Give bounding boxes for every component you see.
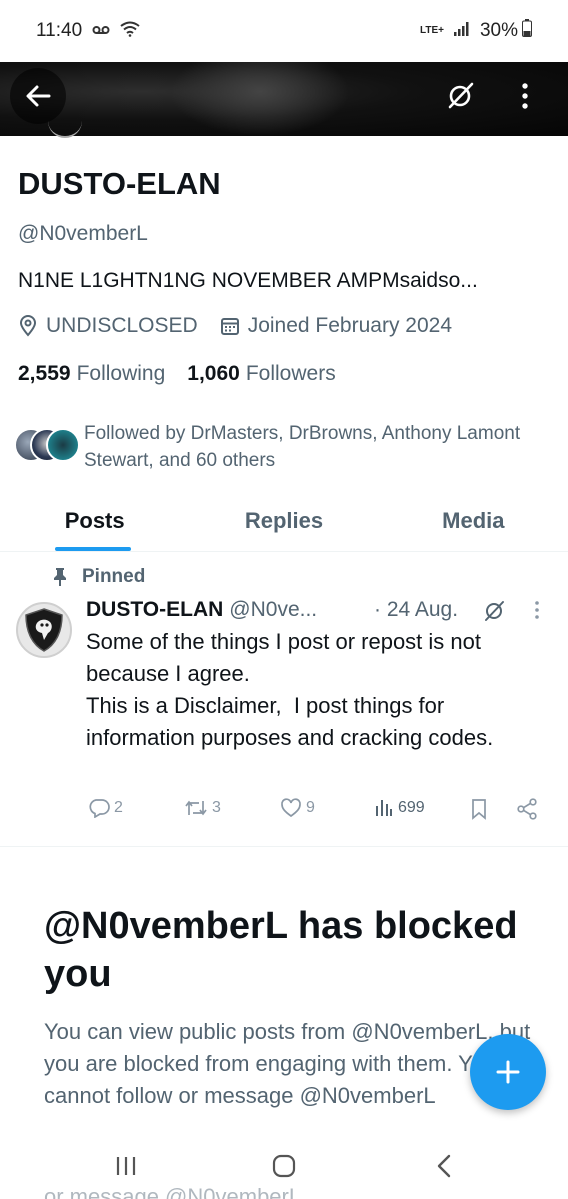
profile-name: DUSTO-ELAN bbox=[18, 166, 221, 201]
clock: 11:40 bbox=[36, 20, 83, 41]
bookmark-button[interactable] bbox=[470, 798, 488, 820]
analytics-icon bbox=[376, 800, 392, 816]
post-author-name[interactable]: DUSTO-ELAN bbox=[86, 598, 223, 622]
share-icon bbox=[517, 798, 537, 820]
post-text[interactable]: Some of the things I post or repost is n… bbox=[86, 626, 554, 754]
post-date[interactable]: · 24 Aug. bbox=[374, 598, 458, 622]
shield-logo-icon bbox=[25, 608, 63, 652]
vertical-dots-icon bbox=[522, 83, 528, 109]
location: UNDISCLOSED bbox=[18, 314, 198, 338]
avatar bbox=[46, 428, 80, 462]
views-button[interactable]: 699 bbox=[374, 798, 425, 818]
heart-icon bbox=[281, 798, 301, 818]
reply-button[interactable]: 2 bbox=[88, 798, 123, 818]
post-grok-button[interactable] bbox=[482, 599, 506, 629]
vertical-dots-icon bbox=[535, 601, 539, 619]
following-link[interactable]: 2,559 Following bbox=[18, 362, 165, 386]
grok-icon bbox=[448, 82, 474, 109]
network-type: LTE+ bbox=[419, 25, 444, 36]
post-author-handle[interactable]: @N0ve... bbox=[229, 598, 317, 622]
repost-icon bbox=[185, 800, 207, 816]
system-back-button[interactable] bbox=[414, 1148, 474, 1184]
tab-label: Media bbox=[442, 507, 505, 533]
bookmark-icon bbox=[472, 799, 486, 820]
back-button[interactable] bbox=[10, 68, 66, 124]
battery-icon bbox=[522, 19, 532, 43]
location-text: UNDISCLOSED bbox=[46, 314, 198, 337]
profile-handle: @N0vemberL bbox=[18, 222, 148, 245]
calendar-icon bbox=[220, 318, 239, 335]
pin-icon bbox=[54, 568, 66, 586]
home-button[interactable] bbox=[254, 1148, 314, 1184]
like-button[interactable]: 9 bbox=[280, 798, 315, 818]
profile-tabs: Posts Replies Media bbox=[0, 490, 568, 552]
followers-label: Followers bbox=[245, 362, 336, 385]
following-count: 2,559 bbox=[18, 362, 71, 385]
more-options-button[interactable] bbox=[500, 68, 550, 124]
tab-label: Replies bbox=[244, 507, 324, 533]
post-text-content: Some of the things I post or repost is n… bbox=[86, 629, 494, 750]
voicemail-icon bbox=[92, 23, 110, 40]
post-author-avatar[interactable] bbox=[16, 602, 72, 658]
join-date: Joined February 2024 bbox=[220, 314, 452, 338]
active-tab-indicator bbox=[55, 547, 131, 551]
join-date-text: Joined February 2024 bbox=[247, 314, 453, 337]
recent-apps-icon bbox=[116, 1157, 136, 1175]
post-more-button[interactable] bbox=[534, 600, 540, 626]
followers-count: 1,060 bbox=[187, 362, 240, 385]
tab-posts[interactable]: Posts bbox=[0, 490, 189, 551]
repost-count: 3 bbox=[212, 799, 221, 816]
tab-replies[interactable]: Replies bbox=[189, 490, 378, 551]
view-count: 699 bbox=[398, 799, 425, 816]
followed-by[interactable]: Followed by DrMasters, DrBrowns, Anthony… bbox=[14, 420, 524, 474]
pinned-label: Pinned bbox=[82, 566, 146, 587]
tab-media[interactable]: Media bbox=[379, 490, 568, 551]
plus-icon bbox=[496, 1060, 520, 1084]
grok-button[interactable] bbox=[432, 68, 488, 124]
section-divider bbox=[0, 846, 568, 847]
pinned-indicator: Pinned bbox=[52, 566, 145, 588]
signal-icon bbox=[453, 22, 470, 40]
like-count: 9 bbox=[306, 799, 315, 816]
reply-count: 2 bbox=[114, 799, 123, 816]
battery-percent: 30% bbox=[479, 20, 518, 41]
wifi-icon bbox=[120, 21, 140, 41]
back-arrow-icon bbox=[26, 85, 51, 107]
profile-bio: N1NE L1GHTN1NG NOVEMBER AMPMsaidso... bbox=[18, 269, 478, 292]
repost-button[interactable]: 3 bbox=[184, 798, 221, 818]
post-actions: 2 3 9 699 bbox=[86, 798, 546, 828]
chevron-left-icon bbox=[437, 1154, 451, 1178]
recent-apps-button[interactable] bbox=[96, 1148, 156, 1184]
following-label: Following bbox=[76, 362, 166, 385]
post-header: DUSTO-ELAN @N0ve... · 24 Aug. bbox=[86, 598, 556, 622]
follow-stats: 2,559 Following 1,060 Followers bbox=[18, 362, 358, 386]
profile-banner bbox=[0, 62, 568, 136]
profile-meta: UNDISCLOSED Joined February 2024 bbox=[18, 314, 474, 338]
grok-icon bbox=[485, 601, 504, 621]
location-pin-icon bbox=[19, 315, 37, 337]
status-bar: 11:40 LTE+ 30% bbox=[0, 0, 568, 62]
compose-button[interactable] bbox=[470, 1034, 546, 1110]
blocked-message: You can view public posts from @N0vember… bbox=[44, 1019, 542, 1108]
blocked-title: @N0vemberL has blocked you bbox=[44, 905, 518, 995]
share-button[interactable] bbox=[516, 798, 538, 820]
followed-by-avatars bbox=[14, 428, 80, 464]
home-icon bbox=[272, 1154, 296, 1178]
tab-label: Posts bbox=[64, 507, 125, 533]
reply-icon bbox=[89, 799, 110, 818]
followed-by-text: Followed by DrMasters, DrBrowns, Anthony… bbox=[84, 423, 521, 471]
obscured-text: or message @N0vemberL bbox=[44, 1184, 302, 1199]
followers-link[interactable]: 1,060 Followers bbox=[187, 362, 335, 386]
